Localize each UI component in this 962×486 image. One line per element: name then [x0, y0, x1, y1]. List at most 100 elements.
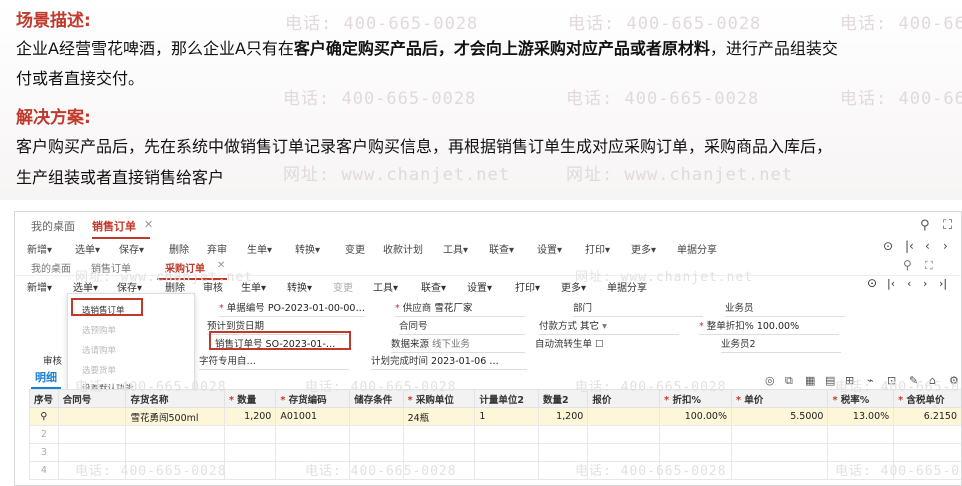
plan-date-field[interactable]: 计划完成时间 2023-01-06 … — [371, 353, 527, 370]
row-drag-handle[interactable]: ⚲ — [29, 407, 59, 426]
row-number: 3 — [29, 443, 59, 462]
next-icon[interactable]: › — [943, 239, 948, 253]
expand-icon[interactable]: ⛶ — [943, 218, 952, 233]
cell[interactable]: 雪花勇闯500ml — [125, 407, 226, 426]
watermark: 电话: 400-665-0028 — [840, 14, 962, 34]
watermark: 电话: 400-665-0028 — [568, 14, 762, 34]
toolbar-settings[interactable]: 设置▾ — [467, 279, 492, 294]
search-icon[interactable]: ⚲ — [903, 258, 912, 272]
inner-tab-desktop[interactable]: 我的桌面 — [31, 260, 71, 275]
first-page-icon[interactable]: |‹ — [905, 239, 914, 253]
table-row[interactable]: 3 — [29, 443, 961, 462]
expand-icon[interactable]: ⛶ — [925, 259, 933, 273]
watermark: 网址: www.chanjet.net — [75, 270, 254, 285]
col-header[interactable]: * 单价 — [730, 389, 829, 408]
expected-date-field[interactable]: 预计到货日期 — [207, 318, 347, 335]
watermark: 电话: 400-665-0028 — [283, 89, 477, 109]
cell[interactable]: 1 — [474, 407, 540, 426]
toolbar-print[interactable]: 打印▾ — [515, 279, 540, 294]
grid-icon[interactable]: ▦ — [805, 374, 815, 387]
discount-field[interactable]: * 整单折扣% 100.00% — [699, 318, 839, 335]
watermark: 电话: 400-665-0028 — [835, 380, 961, 395]
toolbar-print[interactable]: 打印▾ — [585, 241, 610, 256]
toolbar-share[interactable]: 单据分享 — [677, 241, 717, 256]
copy-icon[interactable]: ⧉ — [785, 374, 793, 388]
highlight-box — [71, 298, 143, 316]
watermark: 电话: 400-665-0028 — [575, 380, 727, 395]
toolbar-select[interactable]: 选单▾ — [75, 241, 100, 256]
view-icon[interactable]: ⊙ — [883, 239, 893, 253]
reviewer-field: 审核 — [43, 356, 63, 367]
toolbar-change[interactable]: 变更 — [345, 241, 365, 256]
view-icon[interactable]: ⊙ — [867, 276, 877, 290]
outer-toolbar: 新增▾ 选单▾ 保存▾ 删除 弃审 生单▾ 转换▾ 变更 收款计划 工具▾ 联查… — [15, 239, 961, 256]
toolbar-new[interactable]: 新增▾ — [27, 241, 52, 256]
toolbar-more[interactable]: 更多▾ — [631, 241, 656, 256]
solution-line-2: 生产组装或者直接销售给客户 — [16, 168, 225, 187]
toolbar-unaudit[interactable]: 弃审 — [207, 241, 227, 256]
cell[interactable] — [57, 407, 127, 426]
toolbar-tools[interactable]: 工具▾ — [373, 279, 398, 294]
cell[interactable]: 1,200 — [538, 407, 589, 426]
table-icon[interactable]: ▤ — [825, 374, 835, 387]
col-header[interactable]: 序号 — [29, 389, 59, 408]
cell[interactable]: 6.2150 — [893, 407, 961, 426]
toolbar-convert[interactable]: 转换▾ — [287, 279, 312, 294]
doc-no-field[interactable]: * 单据编号 PO-2023-01-00-00… — [219, 300, 365, 317]
locate-icon[interactable]: ◎ — [765, 374, 775, 387]
scenario-line-1: 企业A经营雪花啤酒，那么企业A只有在客户确定购买产品后，才会向上游采购对应产品或… — [16, 39, 838, 58]
toolbar-change[interactable]: 变更 — [333, 279, 353, 294]
col-header[interactable]: * 数量 — [224, 389, 277, 408]
salesman-field[interactable]: 业务员 — [725, 300, 845, 317]
cell[interactable]: 100.00% — [659, 407, 732, 426]
cell[interactable]: 1,200 — [224, 407, 277, 426]
last-page-icon[interactable]: ›| — [939, 277, 947, 290]
toolbar-query[interactable]: 联查▾ — [489, 241, 514, 256]
toolbar-delete[interactable]: 删除 — [169, 241, 189, 256]
cell[interactable]: A01001 — [275, 407, 351, 426]
menu-item-select-presale[interactable]: 选预购单 — [82, 324, 116, 336]
toolbar-query[interactable]: 联查▾ — [421, 279, 446, 294]
watermark: 电话: 400-665-0028 — [285, 14, 479, 34]
prev-icon[interactable]: ‹ — [925, 239, 930, 253]
scenario-line-2: 付或者直接交付。 — [16, 69, 145, 88]
col-header[interactable]: 计量单位2 — [474, 389, 540, 408]
cell[interactable]: 13.00% — [827, 407, 895, 426]
cell[interactable] — [587, 407, 661, 426]
table-row[interactable]: 2 — [29, 425, 961, 444]
toolbar-save[interactable]: 保存▾ — [119, 241, 144, 256]
cell[interactable]: 5.5000 — [730, 407, 829, 426]
tab-desktop[interactable]: 我的桌面 — [31, 218, 75, 234]
auto-flow-checkbox[interactable]: 自动流转生单 ☐ — [535, 336, 604, 350]
tab-sales-order[interactable]: 销售订单 — [92, 218, 150, 239]
dept-field[interactable]: 部门 — [573, 300, 703, 317]
toolbar-collection-plan[interactable]: 收款计划 — [383, 241, 423, 256]
toolbar-new[interactable]: 新增▾ — [27, 279, 52, 294]
salesman2-field[interactable]: 业务员2 — [721, 336, 841, 353]
cell[interactable]: 24瓶 — [402, 407, 476, 426]
watermark: 电话: 400-665-0028 — [840, 89, 962, 109]
special-field[interactable]: 字符专用自… — [199, 353, 349, 370]
watermark: 电话: 400-665-0028 — [75, 380, 227, 395]
pay-method-field[interactable]: 付款方式 其它 ▾ — [539, 318, 679, 335]
search-icon[interactable]: ⚲ — [920, 218, 930, 233]
supplier-field[interactable]: * 供应商 雪花厂家 — [395, 300, 525, 317]
menu-item-select-request[interactable]: 选请购单 — [82, 344, 116, 356]
toolbar-convert[interactable]: 转换▾ — [295, 241, 320, 256]
close-icon[interactable]: ✕ — [144, 218, 153, 231]
prev-icon[interactable]: ‹ — [907, 277, 911, 290]
toolbar-tools[interactable]: 工具▾ — [443, 241, 468, 256]
table-row[interactable]: ⚲ 雪花勇闯500ml 1,200 A01001 24瓶 1 1,200 100… — [29, 407, 961, 426]
solution-line-1: 客户购买产品后，先在系统中做销售订单记录客户购买信息，再根据销售订单生成对应采购… — [16, 137, 833, 156]
toolbar-settings[interactable]: 设置▾ — [537, 241, 562, 256]
source-field[interactable]: 数据来源 线下业务 — [391, 336, 525, 353]
next-icon[interactable]: › — [923, 277, 927, 290]
detail-tab[interactable]: 明细 — [31, 369, 61, 389]
menu-item-select-demand[interactable]: 选要货单 — [82, 364, 116, 376]
watermark: 电话: 400-665-0028 — [566, 89, 760, 109]
contract-field[interactable]: 合同号 — [399, 318, 525, 335]
first-page-icon[interactable]: |‹ — [887, 277, 895, 290]
toolbar-generate[interactable]: 生单▾ — [247, 241, 272, 256]
cell[interactable] — [349, 407, 404, 426]
watermark: 电话: 400-665-0028 — [305, 380, 457, 395]
